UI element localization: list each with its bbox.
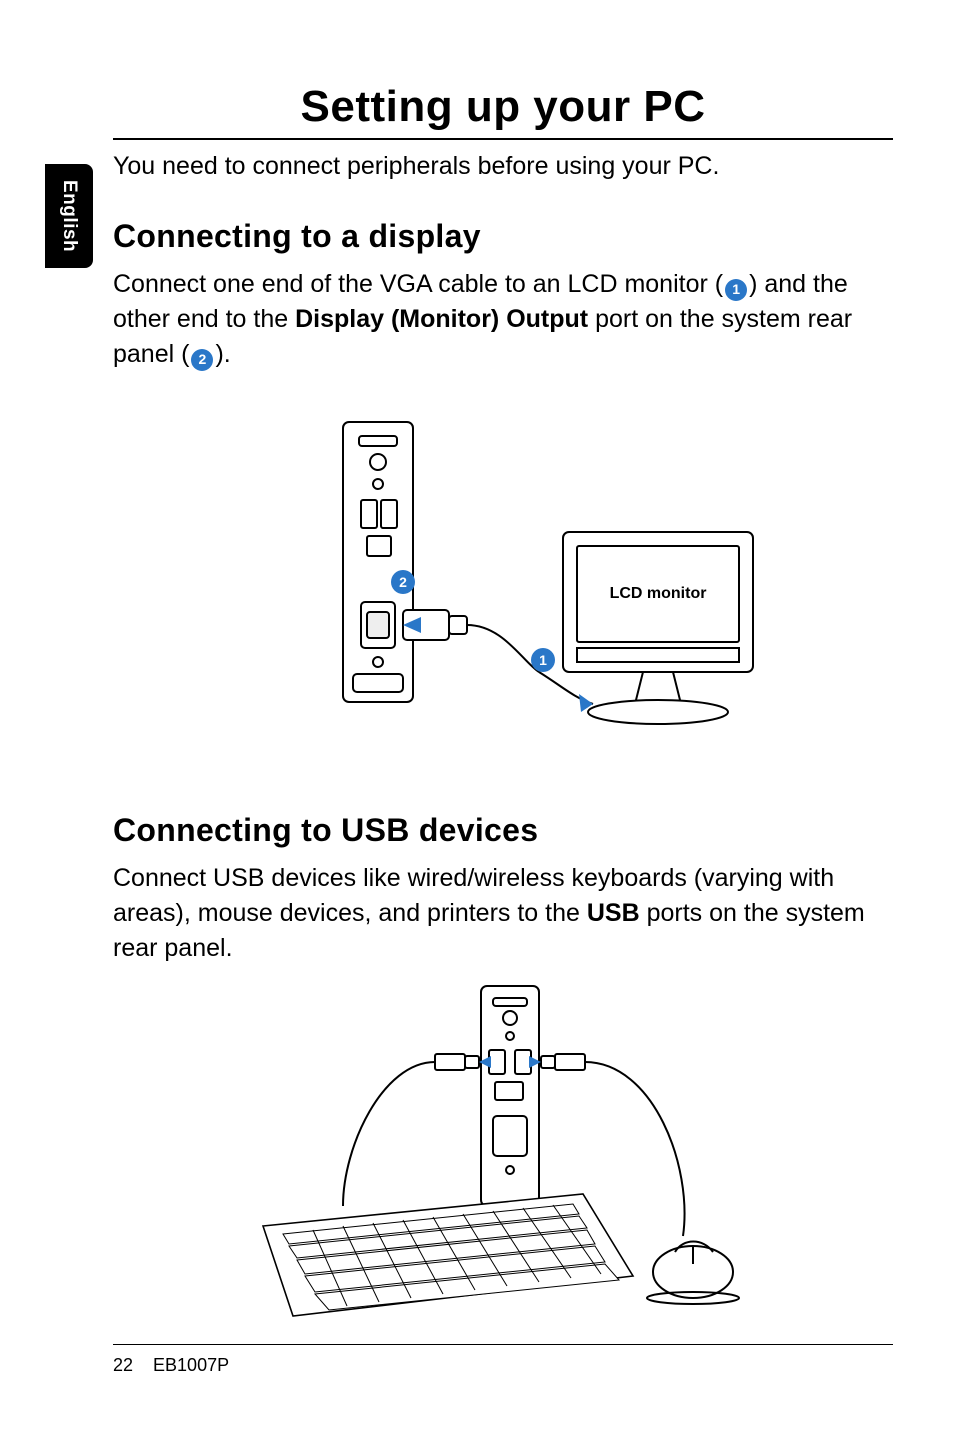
- section1-paragraph: Connect one end of the VGA cable to an L…: [113, 267, 893, 372]
- section1-text-d: ).: [215, 340, 230, 368]
- section2-paragraph: Connect USB devices like wired/wireless …: [113, 861, 893, 966]
- callout-1-figure: 1: [531, 648, 555, 672]
- intro-text: You need to connect peripherals before u…: [113, 150, 893, 184]
- page-content: Setting up your PC You need to connect p…: [113, 82, 893, 1336]
- model-number: EB1007P: [153, 1355, 229, 1376]
- usb-connection-illustration: [223, 976, 783, 1336]
- display-connection-illustration: 2 LCD monitor 1: [243, 412, 763, 742]
- lcd-monitor-label: LCD monitor: [610, 585, 707, 602]
- page-title: Setting up your PC: [113, 82, 893, 140]
- callout-2-figure: 2: [391, 570, 415, 594]
- svg-text:2: 2: [399, 574, 407, 590]
- section1-bold: Display (Monitor) Output: [295, 305, 588, 333]
- section2-heading: Connecting to USB devices: [113, 812, 893, 849]
- figure-usb: [113, 976, 893, 1336]
- section2-bold: USB: [587, 899, 640, 927]
- figure-display: 2 LCD monitor 1: [113, 412, 893, 742]
- language-tab: English: [45, 164, 93, 268]
- callout-1-inline: 1: [725, 279, 747, 301]
- page-number: 22: [113, 1355, 133, 1376]
- page-footer: 22 EB1007P: [113, 1344, 893, 1376]
- callout-2-inline: 2: [191, 349, 213, 371]
- section1-text-a: Connect one end of the VGA cable to an L…: [113, 270, 723, 298]
- svg-text:1: 1: [539, 652, 547, 668]
- language-tab-label: English: [58, 180, 80, 252]
- section1-heading: Connecting to a display: [113, 218, 893, 255]
